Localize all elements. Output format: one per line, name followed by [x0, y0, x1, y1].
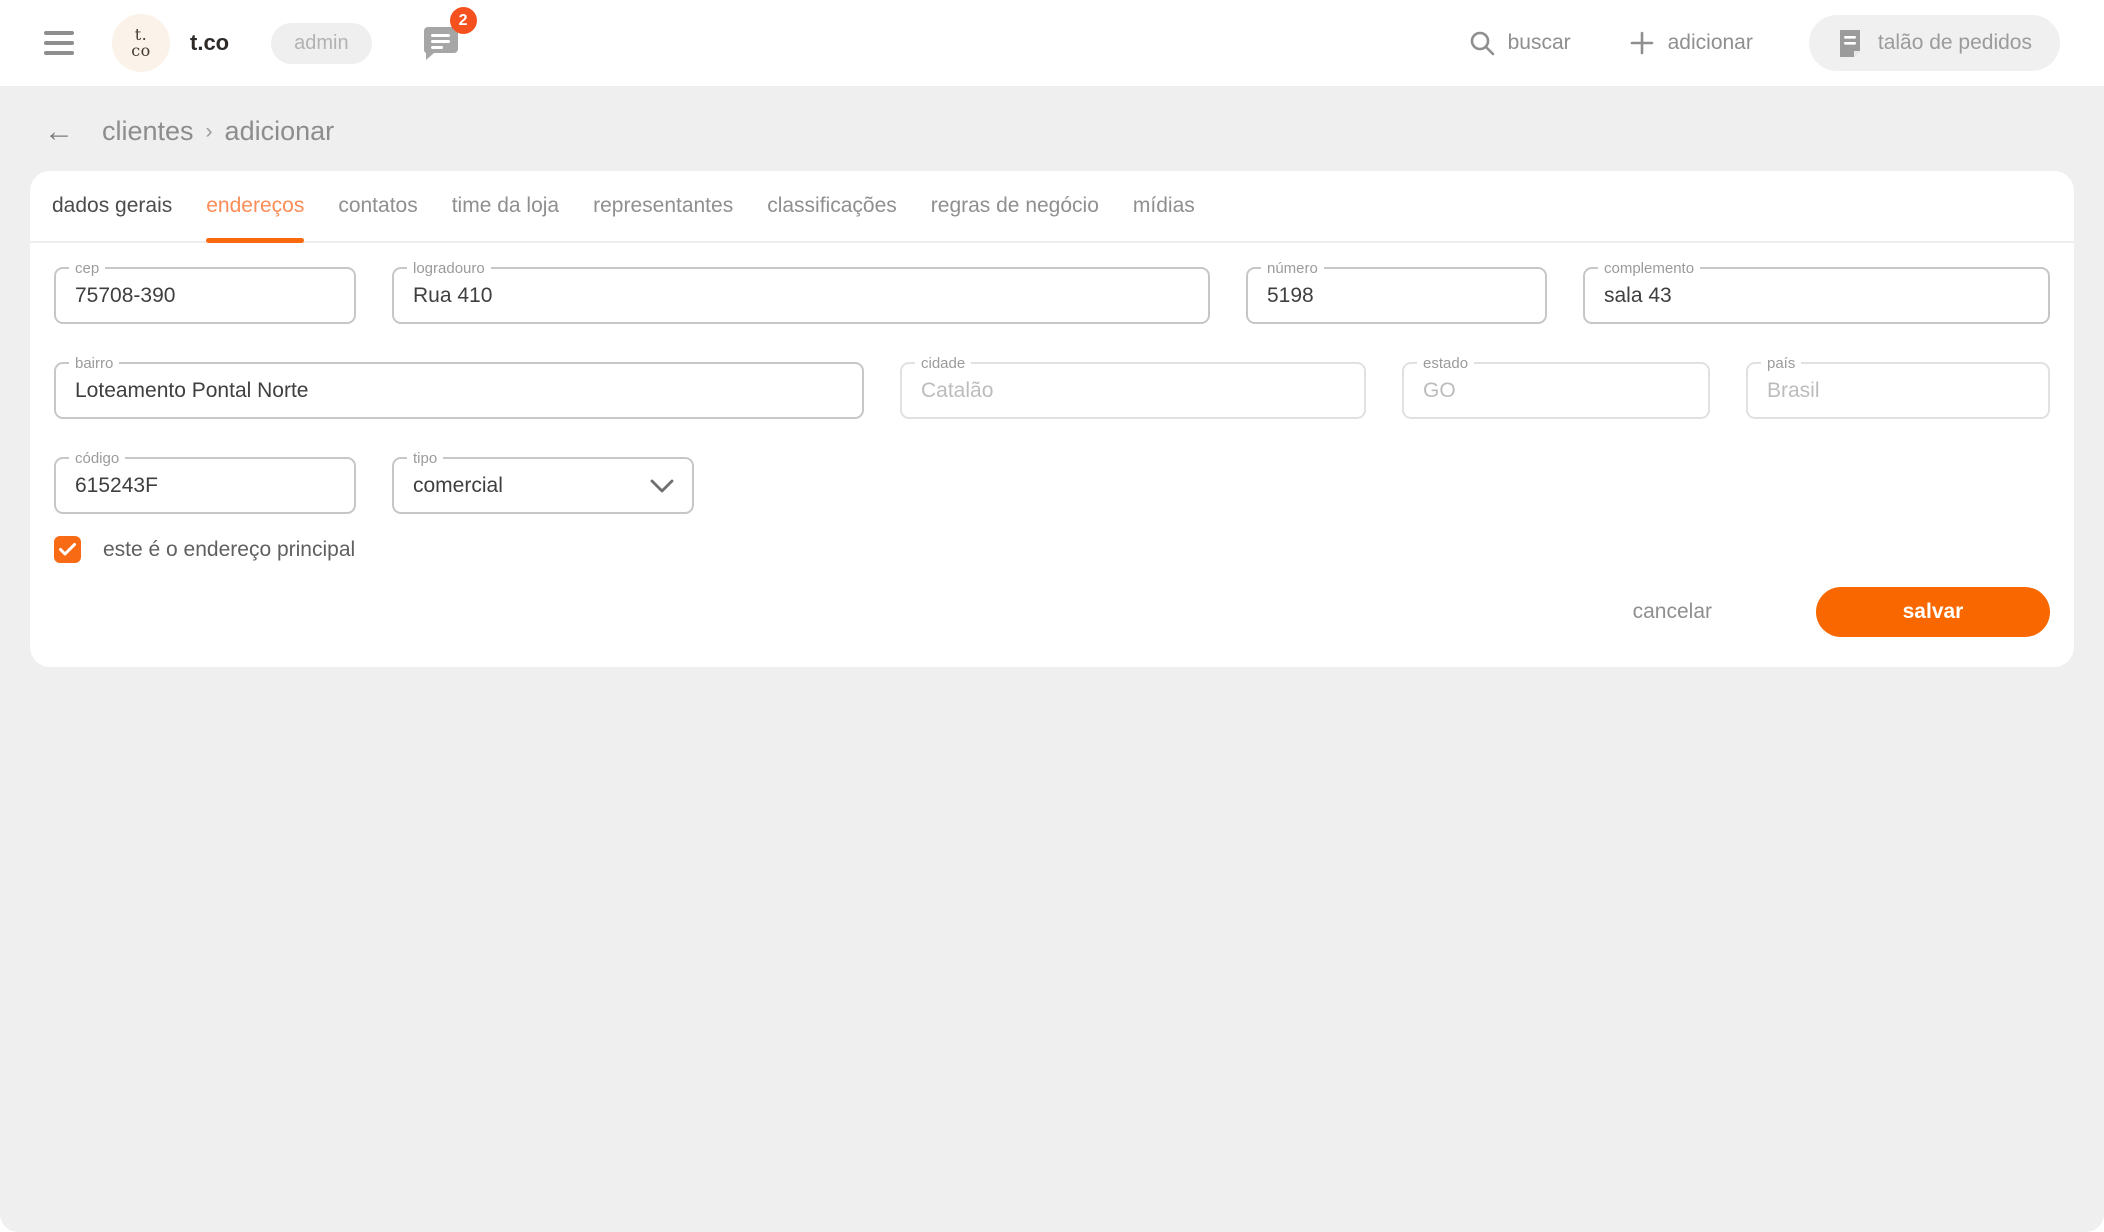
tipo-value: comercial — [413, 474, 503, 498]
bairro-field[interactable]: bairro Loteamento Pontal Norte — [54, 362, 864, 419]
numero-label: número — [1261, 259, 1324, 279]
cep-field[interactable]: cep 75708-390 — [54, 267, 356, 324]
tipo-select[interactable]: tipo comercial — [392, 457, 694, 514]
brand-logo-line2: co — [131, 43, 151, 59]
tab-time-da-loja[interactable]: time da loja — [452, 171, 559, 241]
chevron-down-icon — [650, 479, 674, 493]
topbar-actions: buscar adicionar talão de pedidos — [1469, 15, 2060, 71]
cidade-value: Catalão — [921, 379, 993, 403]
brand-name: t.co — [190, 30, 229, 56]
admin-role-chip[interactable]: admin — [271, 23, 371, 64]
numero-field[interactable]: número 5198 — [1246, 267, 1547, 324]
order-pad-label: talão de pedidos — [1878, 31, 2032, 55]
tipo-label: tipo — [407, 449, 443, 469]
logradouro-value: Rua 410 — [413, 284, 492, 308]
numero-value: 5198 — [1267, 284, 1314, 308]
bairro-value: Loteamento Pontal Norte — [75, 379, 308, 403]
bairro-label: bairro — [69, 354, 119, 374]
tab-representantes[interactable]: representantes — [593, 171, 733, 241]
breadcrumb-row: ← clientes › adicionar — [0, 86, 2104, 171]
codigo-label: código — [69, 449, 125, 469]
breadcrumb: clientes › adicionar — [102, 116, 334, 147]
form-row-1: cep 75708-390 logradouro Rua 410 número … — [30, 267, 2074, 324]
add-button[interactable]: adicionar — [1629, 30, 1753, 56]
notifications-button[interactable]: 2 — [420, 24, 460, 62]
breadcrumb-current: adicionar — [225, 116, 335, 147]
form-row-2: bairro Loteamento Pontal Norte cidade Ca… — [30, 362, 2074, 419]
complemento-field[interactable]: complemento sala 43 — [1583, 267, 2050, 324]
cep-value: 75708-390 — [75, 284, 175, 308]
save-button[interactable]: salvar — [1816, 587, 2050, 637]
notification-count-badge: 2 — [450, 7, 477, 34]
add-label: adicionar — [1668, 31, 1753, 55]
plus-icon — [1629, 30, 1655, 56]
tab-dados-gerais[interactable]: dados gerais — [52, 171, 172, 241]
logradouro-field[interactable]: logradouro Rua 410 — [392, 267, 1210, 324]
codigo-field[interactable]: código 615243F — [54, 457, 356, 514]
principal-address-label: este é o endereço principal — [103, 538, 355, 562]
brand-logo[interactable]: t. co — [112, 14, 170, 72]
order-pad-icon — [1837, 28, 1863, 58]
pais-label: país — [1761, 354, 1801, 374]
tab-midias[interactable]: mídias — [1133, 171, 1195, 241]
form-row-3: código 615243F tipo comercial — [30, 457, 2074, 514]
pais-value: Brasil — [1767, 379, 1820, 403]
search-icon — [1469, 30, 1495, 56]
check-icon — [59, 543, 76, 556]
tab-classificacoes[interactable]: classificações — [767, 171, 897, 241]
address-form-card: dados gerais endereços contatos time da … — [30, 171, 2074, 667]
breadcrumb-section[interactable]: clientes — [102, 116, 194, 147]
principal-address-checkbox-row[interactable]: este é o endereço principal — [30, 536, 379, 563]
logradouro-label: logradouro — [407, 259, 491, 279]
breadcrumb-separator-icon: › — [206, 120, 213, 144]
estado-label: estado — [1417, 354, 1474, 374]
search-button[interactable]: buscar — [1469, 30, 1571, 56]
estado-value: GO — [1423, 379, 1456, 403]
cep-label: cep — [69, 259, 105, 279]
cidade-field: cidade Catalão — [900, 362, 1366, 419]
top-bar: t. co t.co admin 2 buscar — [0, 0, 2104, 86]
cancel-button[interactable]: cancelar — [1633, 600, 1712, 624]
complemento-label: complemento — [1598, 259, 1700, 279]
cidade-label: cidade — [915, 354, 971, 374]
form-actions: cancelar salvar — [1633, 587, 2050, 637]
app-window: t. co t.co admin 2 buscar — [0, 0, 2104, 1232]
estado-field: estado GO — [1402, 362, 1710, 419]
tab-enderecos[interactable]: endereços — [206, 171, 304, 241]
hamburger-menu-icon[interactable] — [44, 31, 74, 55]
order-pad-button[interactable]: talão de pedidos — [1809, 15, 2060, 71]
tab-bar: dados gerais endereços contatos time da … — [30, 171, 2074, 243]
search-label: buscar — [1508, 31, 1571, 55]
checkbox-checked-icon[interactable] — [54, 536, 81, 563]
complemento-value: sala 43 — [1604, 284, 1672, 308]
tab-contatos[interactable]: contatos — [338, 171, 417, 241]
tab-regras-de-negocio[interactable]: regras de negócio — [931, 171, 1099, 241]
codigo-value: 615243F — [75, 474, 158, 498]
pais-field: país Brasil — [1746, 362, 2050, 419]
back-arrow-icon[interactable]: ← — [44, 117, 74, 147]
